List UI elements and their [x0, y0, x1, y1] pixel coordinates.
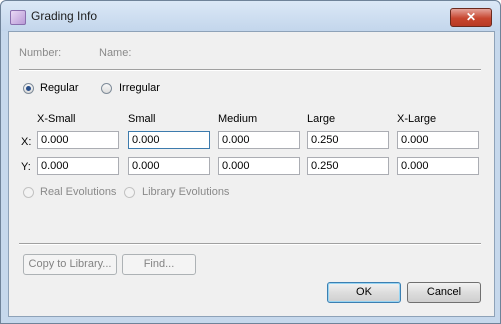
large-x-field[interactable]: 0.250	[307, 131, 389, 149]
x-large-y-field[interactable]: 0.000	[397, 157, 479, 175]
radio-real-evolutions-label[interactable]: Real Evolutions	[40, 186, 116, 198]
find-button[interactable]: Find...	[122, 254, 196, 275]
separator-bottom	[19, 243, 481, 245]
copy-to-library-button[interactable]: Copy to Library...	[23, 254, 117, 275]
dialog-body: Number: Name: Regular Irregular X-Small …	[8, 31, 495, 317]
radio-library-evolutions[interactable]	[124, 187, 135, 198]
cancel-button[interactable]: Cancel	[407, 282, 481, 303]
row-label-y: Y:	[21, 161, 31, 173]
medium-x-field[interactable]: 0.000	[218, 131, 300, 149]
column-header-medium: Medium	[218, 113, 258, 125]
app-icon	[10, 10, 26, 25]
name-label: Name:	[99, 47, 132, 59]
large-y-field[interactable]: 0.250	[307, 157, 389, 175]
separator-top	[19, 69, 481, 71]
radio-library-evolutions-label[interactable]: Library Evolutions	[142, 186, 229, 198]
radio-irregular[interactable]	[101, 83, 112, 94]
column-header-x-large: X-Large	[397, 113, 437, 125]
grading-info-dialog: Grading Info ✕ Number: Name: Regular Irr…	[0, 0, 501, 324]
x-large-x-field[interactable]: 0.000	[397, 131, 479, 149]
ok-button[interactable]: OK	[327, 282, 401, 303]
radio-regular-label[interactable]: Regular	[40, 82, 79, 94]
small-x-field[interactable]: 0.000	[128, 131, 210, 149]
number-label: Number:	[19, 47, 62, 59]
medium-y-field[interactable]: 0.000	[218, 157, 300, 175]
small-y-field[interactable]: 0.000	[128, 157, 210, 175]
column-header-small: Small	[128, 113, 156, 125]
title-bar[interactable]: Grading Info ✕	[1, 1, 500, 31]
x-small-x-field[interactable]: 0.000	[37, 131, 119, 149]
radio-real-evolutions[interactable]	[23, 187, 34, 198]
column-header-x-small: X-Small	[37, 113, 76, 125]
radio-irregular-label[interactable]: Irregular	[119, 82, 160, 94]
close-button[interactable]: ✕	[450, 8, 492, 27]
column-header-large: Large	[307, 113, 336, 125]
radio-regular[interactable]	[23, 83, 34, 94]
x-small-y-field[interactable]: 0.000	[37, 157, 119, 175]
row-label-x: X:	[21, 136, 32, 148]
window-title: Grading Info	[31, 9, 98, 23]
